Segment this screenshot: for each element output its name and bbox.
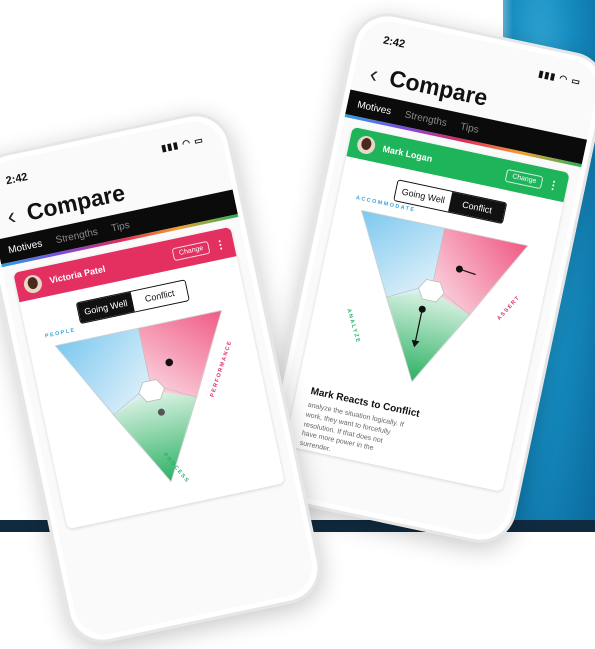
triangle-svg — [54, 309, 223, 483]
conflict-button[interactable]: Conflict — [130, 280, 189, 312]
triangle-svg — [360, 209, 529, 383]
more-options-icon[interactable]: ⋮ — [547, 177, 560, 192]
motives-triangle-chart: PEOPLE PERFORMANCE PROCESS — [28, 297, 285, 529]
avatar — [22, 273, 44, 295]
phone-screen: 2:42 ▮▮▮ ◠ ▭ ‹ Compare Motives Strengths… — [0, 116, 318, 640]
person-card: Victoria Patel Change ⋮ Going Well Confl… — [13, 226, 285, 530]
conflict-button[interactable]: Conflict — [448, 191, 507, 223]
change-button[interactable]: Change — [171, 240, 211, 261]
tab-strengths[interactable]: Strengths — [404, 109, 448, 129]
avatar — [355, 134, 377, 156]
back-chevron-icon[interactable]: ‹ — [5, 202, 18, 230]
change-button[interactable]: Change — [505, 168, 544, 189]
person-name: Mark Logan — [381, 143, 434, 164]
tab-motives[interactable]: Motives — [356, 99, 392, 117]
back-chevron-icon[interactable]: ‹ — [367, 60, 380, 88]
tab-tips[interactable]: Tips — [459, 121, 479, 136]
more-options-icon[interactable]: ⋮ — [214, 237, 227, 252]
phone-victoria: 2:42 ▮▮▮ ◠ ▭ ‹ Compare Motives Strengths… — [0, 106, 328, 649]
tab-tips[interactable]: Tips — [110, 220, 130, 235]
person-card: Mark Logan Change ⋮ Going Well Conflict — [284, 126, 570, 492]
person-name: Victoria Patel — [48, 263, 107, 286]
going-well-button[interactable]: Going Well — [76, 291, 135, 323]
tab-motives[interactable]: Motives — [7, 238, 43, 256]
tab-strengths[interactable]: Strengths — [55, 227, 99, 247]
